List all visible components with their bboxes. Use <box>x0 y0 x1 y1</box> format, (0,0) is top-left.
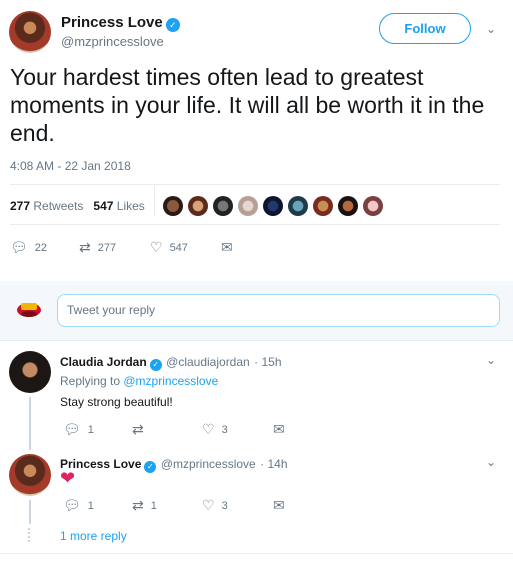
tweet-stats: 277 Retweets 547 Likes <box>10 199 145 213</box>
liker-avatar[interactable] <box>338 196 358 216</box>
like-count: 3 <box>221 423 228 436</box>
liker-avatar[interactable] <box>163 196 183 216</box>
reply-text: ❤ <box>60 468 76 488</box>
verified-badge-icon: ✓ <box>144 461 157 473</box>
author-name[interactable]: Princess Love <box>61 14 163 31</box>
liker-avatar[interactable] <box>263 196 283 216</box>
author-avatar[interactable] <box>9 11 51 53</box>
envelope-icon: ✉ <box>221 239 233 255</box>
retweet-icon: ⇄ <box>79 239 91 255</box>
liker-avatar[interactable] <box>313 196 333 216</box>
replying-to-link[interactable]: @mzprincesslove <box>123 374 218 388</box>
divider <box>0 340 513 341</box>
reply-action[interactable]: 💬︎ 22 <box>10 239 47 256</box>
retweets-count[interactable]: 277 <box>10 199 30 213</box>
reply-avatar[interactable] <box>9 351 51 393</box>
reply-count: 1 <box>87 499 94 512</box>
reply-header: Princess Love ✓ @mzprincesslove · 14h <box>60 455 288 473</box>
like-count: 547 <box>169 241 188 254</box>
follow-button[interactable]: Follow <box>379 13 471 44</box>
reply-author-handle[interactable]: @mzprincesslove <box>161 457 256 471</box>
replying-to: Replying to @mzprincesslove <box>60 374 218 388</box>
thread-line <box>29 500 31 524</box>
reply-icon: 💬︎ <box>63 421 81 437</box>
reply-icon: 💬︎ <box>10 239 28 255</box>
reply-text: Stay strong beautiful! <box>60 395 173 409</box>
like-action[interactable]: ♡ 3 <box>202 421 228 438</box>
retweet-action[interactable]: ⇄ <box>132 421 144 438</box>
retweets-label[interactable]: Retweets <box>33 199 83 213</box>
dm-action[interactable]: ✉ <box>273 497 285 514</box>
reply-time[interactable]: · 15h <box>254 355 281 369</box>
liker-avatar[interactable] <box>288 196 308 216</box>
dm-action[interactable]: ✉ <box>273 421 285 438</box>
reply-input[interactable]: Tweet your reply <box>57 294 500 327</box>
liker-avatar[interactable] <box>213 196 233 216</box>
divider <box>10 224 500 225</box>
liker-avatar[interactable] <box>238 196 258 216</box>
reply-time[interactable]: · 14h <box>260 457 287 471</box>
chevron-down-icon[interactable]: ⌄ <box>486 22 496 36</box>
chevron-down-icon[interactable]: ⌄ <box>486 455 496 469</box>
tweet-timestamp[interactable]: 4:08 AM - 22 Jan 2018 <box>10 159 131 173</box>
envelope-icon: ✉ <box>273 497 285 513</box>
heart-icon: ♡ <box>150 239 163 255</box>
retweet-count: 277 <box>97 241 117 254</box>
retweet-action[interactable]: ⇄ 1 <box>132 497 157 514</box>
reply-header: Claudia Jordan ✓ @claudiajordan · 15h <box>60 353 282 371</box>
like-count: 3 <box>221 499 228 512</box>
replying-prefix: Replying to <box>60 374 124 388</box>
retweet-icon: ⇄ <box>132 421 144 437</box>
likes-label[interactable]: Likes <box>117 199 145 213</box>
reply-author-name[interactable]: Claudia Jordan <box>60 355 147 369</box>
author-name-row[interactable]: Princess Love ✓ <box>61 14 180 32</box>
liker-avatar[interactable] <box>188 196 208 216</box>
reply-icon: 💬︎ <box>63 497 81 513</box>
heart-icon: ♡ <box>202 497 215 513</box>
verified-badge-icon: ✓ <box>165 18 180 32</box>
heart-icon: ♡ <box>202 421 215 437</box>
divider <box>0 553 513 554</box>
reply-action[interactable]: 💬︎ 1 <box>63 421 94 438</box>
retweet-icon: ⇄ <box>132 497 144 513</box>
retweet-count: 1 <box>150 499 157 512</box>
reply-avatar[interactable] <box>9 454 51 496</box>
thread-line-dotted <box>28 528 32 542</box>
liker-avatar[interactable] <box>363 196 383 216</box>
like-action[interactable]: ♡ 3 <box>202 497 228 514</box>
verified-badge-icon: ✓ <box>149 359 162 371</box>
dm-action[interactable]: ✉ <box>221 239 233 256</box>
reply-author-handle[interactable]: @claudiajordan <box>166 355 250 369</box>
like-action[interactable]: ♡ 547 <box>150 239 188 256</box>
envelope-icon: ✉ <box>273 421 285 437</box>
user-avatar-logo <box>17 303 41 317</box>
chevron-down-icon[interactable]: ⌄ <box>486 353 496 367</box>
more-replies-link[interactable]: 1 more reply <box>60 529 127 543</box>
likes-count[interactable]: 547 <box>93 199 113 213</box>
reply-count: 22 <box>34 241 48 254</box>
retweet-action[interactable]: ⇄ 277 <box>79 239 116 256</box>
thread-line <box>29 397 31 450</box>
reply-count: 1 <box>87 423 94 436</box>
divider <box>154 186 155 216</box>
author-handle[interactable]: @mzprincesslove <box>61 34 164 49</box>
divider <box>10 184 500 185</box>
reply-action[interactable]: 💬︎ 1 <box>63 497 94 514</box>
tweet-text: Your hardest times often lead to greates… <box>10 64 485 146</box>
